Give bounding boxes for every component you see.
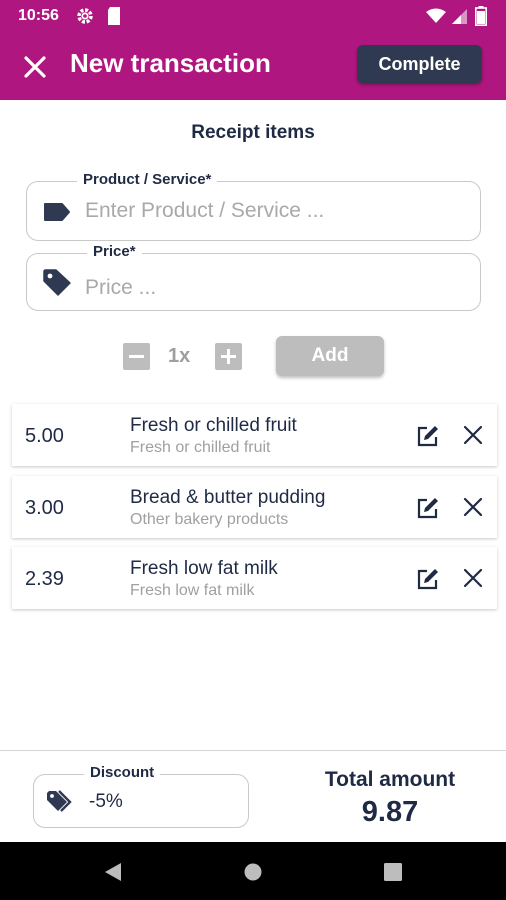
list-item[interactable]: 5.00 Fresh or chilled fruit Fresh or chi… <box>12 404 497 466</box>
status-time: 10:56 <box>18 7 59 24</box>
total-amount-label: Total amount <box>324 768 456 791</box>
navigation-bar <box>0 842 506 900</box>
discount-tags-icon <box>46 790 76 819</box>
edit-icon[interactable] <box>416 567 440 591</box>
price-label: Price* <box>87 243 142 260</box>
item-name: Bread & butter pudding <box>130 487 326 508</box>
settings-icon <box>75 6 95 31</box>
label-icon <box>43 202 71 227</box>
price-tag-icon <box>42 268 72 303</box>
page-title: New transaction <box>70 48 271 78</box>
price-field[interactable]: Price* Price ... <box>26 243 481 311</box>
item-name: Fresh or chilled fruit <box>130 415 297 436</box>
total-amount-value: 9.87 <box>361 796 419 828</box>
remove-icon[interactable] <box>461 423 485 447</box>
item-price: 3.00 <box>25 497 64 519</box>
list-item[interactable]: 3.00 Bread & butter pudding Other bakery… <box>12 476 497 538</box>
home-icon[interactable] <box>244 863 262 886</box>
item-price: 2.39 <box>25 568 64 590</box>
discount-value: -5% <box>89 791 123 812</box>
remove-icon[interactable] <box>461 566 485 590</box>
product-service-field[interactable]: Product / Service* Enter Product / Servi… <box>26 171 481 241</box>
item-category: Fresh low fat milk <box>130 582 255 599</box>
list-item[interactable]: 2.39 Fresh low fat milk Fresh low fat mi… <box>12 547 497 609</box>
screen: 10:56 New transaction Complete Receipt i… <box>0 0 506 900</box>
back-icon[interactable] <box>103 862 123 887</box>
item-category: Other bakery products <box>130 511 289 528</box>
wifi-icon <box>425 8 447 29</box>
item-name: Fresh low fat milk <box>130 558 278 579</box>
footer-divider <box>0 750 506 751</box>
edit-icon[interactable] <box>416 424 440 448</box>
battery-icon <box>475 6 487 31</box>
decrease-quantity-button[interactable] <box>123 343 150 370</box>
signal-icon <box>451 8 468 30</box>
edit-icon[interactable] <box>416 496 440 520</box>
remove-icon[interactable] <box>461 495 485 519</box>
complete-button[interactable]: Complete <box>357 45 482 83</box>
increase-quantity-button[interactable] <box>215 343 242 370</box>
sd-card-icon <box>106 6 122 31</box>
add-button[interactable]: Add <box>276 336 384 376</box>
discount-label: Discount <box>84 764 161 781</box>
product-service-placeholder: Enter Product / Service ... <box>85 199 325 222</box>
app-bar: New transaction Complete <box>0 32 506 100</box>
section-title: Receipt items <box>191 122 315 143</box>
recents-icon[interactable] <box>384 863 402 886</box>
close-icon[interactable] <box>20 52 50 82</box>
price-placeholder: Price ... <box>85 276 157 299</box>
status-bar: 10:56 <box>0 0 506 32</box>
item-price: 5.00 <box>25 425 64 447</box>
quantity-value: 1x <box>168 345 191 367</box>
product-service-label: Product / Service* <box>77 171 218 188</box>
discount-field[interactable]: Discount -5% <box>33 764 249 828</box>
item-category: Fresh or chilled fruit <box>130 439 271 456</box>
